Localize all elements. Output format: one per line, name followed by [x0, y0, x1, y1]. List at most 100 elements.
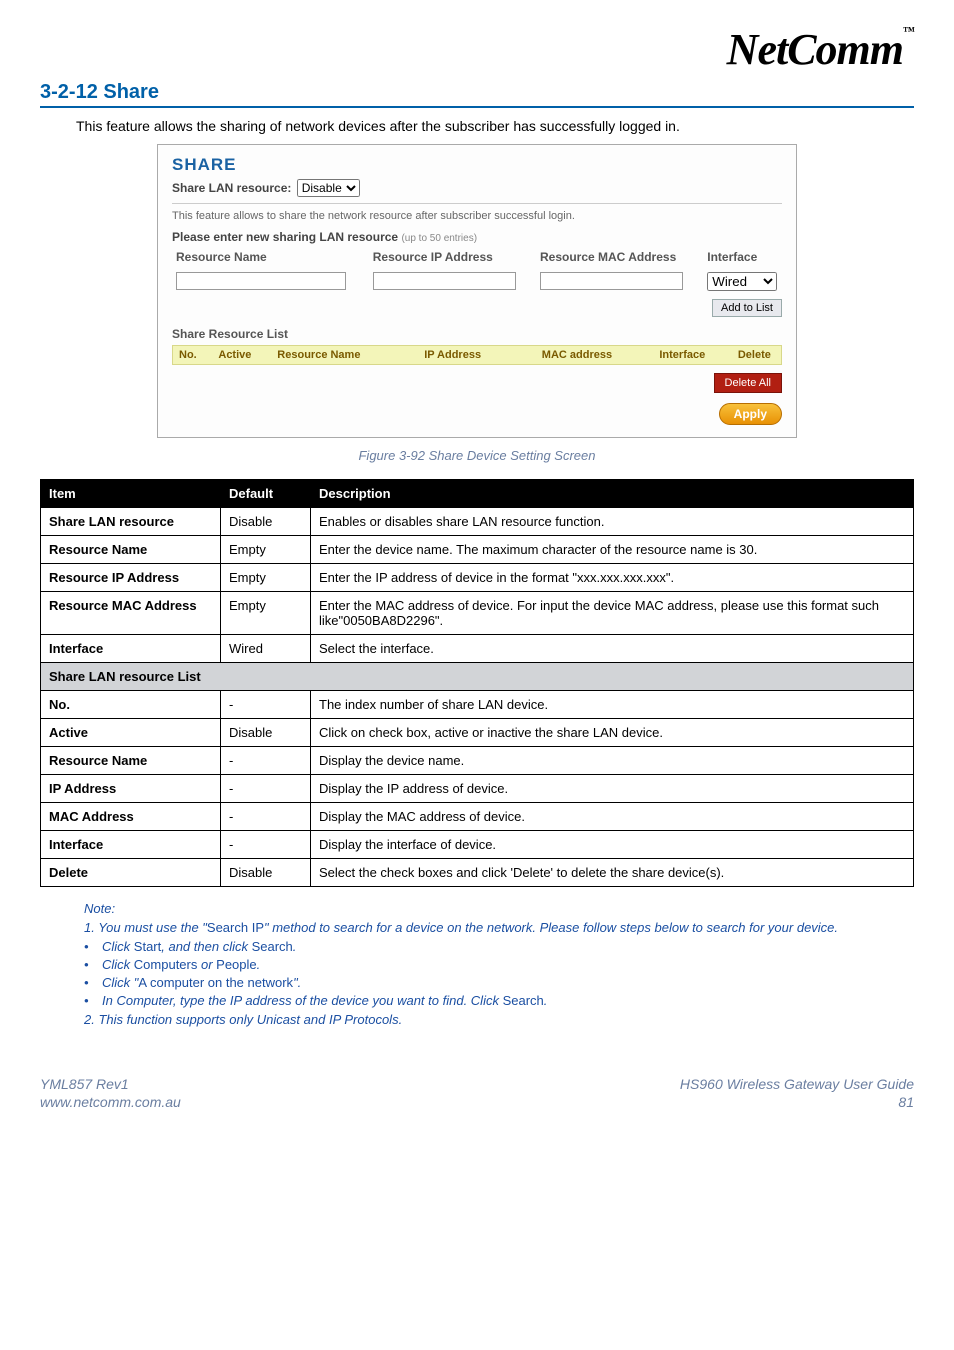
- apply-button[interactable]: Apply: [719, 403, 782, 425]
- table-row: Resource MAC AddressEmptyEnter the MAC a…: [41, 592, 914, 635]
- cell-default: Empty: [221, 536, 311, 564]
- share-lan-row: Share LAN resource: Disable: [172, 179, 782, 197]
- cell-default: Empty: [221, 564, 311, 592]
- footer-page: 81: [680, 1093, 914, 1111]
- hdr-resource-name: Resource Name: [172, 248, 369, 266]
- table-row: IP Address-Display the IP address of dev…: [41, 775, 914, 803]
- logo-row: NetComm™: [40, 24, 914, 75]
- table-row: ActiveDisableClick on check box, active …: [41, 719, 914, 747]
- table-row: MAC Address-Display the MAC address of d…: [41, 803, 914, 831]
- share-resource-list-headers: No. Active Resource Name IP Address MAC …: [172, 345, 782, 365]
- description-table: Item Default Description Share LAN resou…: [40, 479, 914, 887]
- table-subhead-row: Share LAN resource List: [41, 663, 914, 691]
- panel-wrap: SHARE Share LAN resource: Disable This f…: [40, 144, 914, 438]
- resource-mac-input[interactable]: [540, 272, 683, 290]
- new-resource-inputs: Wired: [172, 270, 782, 293]
- delete-all-button[interactable]: Delete All: [714, 373, 782, 393]
- interface-select[interactable]: Wired: [707, 272, 777, 291]
- n1-pre: 1. You must use the ": [84, 920, 207, 935]
- cell-item: Interface: [41, 831, 221, 859]
- cell-desc: Select the check boxes and click 'Delete…: [311, 859, 914, 887]
- cell-subhead: Share LAN resource List: [41, 663, 914, 691]
- bullet-4: In Computer, type the IP address of the …: [84, 993, 914, 1008]
- footer-right: HS960 Wireless Gateway User Guide 81: [680, 1075, 914, 1111]
- page-footer: YML857 Rev1 www.netcomm.com.au HS960 Wir…: [40, 1075, 914, 1111]
- srl-hdr-interface: Interface: [653, 346, 731, 364]
- cell-default: Wired: [221, 635, 311, 663]
- cell-default: -: [221, 831, 311, 859]
- panel-subtext-1: This feature allows to share the network…: [172, 210, 782, 222]
- cell-item: Delete: [41, 859, 221, 887]
- cell-default: Empty: [221, 592, 311, 635]
- panel-title: SHARE: [172, 155, 782, 175]
- share-lan-label: Share LAN resource:: [172, 181, 291, 195]
- notes-heading: Note:: [84, 901, 914, 916]
- delete-all-row: Delete All: [172, 373, 782, 393]
- table-row: Interface-Display the interface of devic…: [41, 831, 914, 859]
- table-row: No.-The index number of share LAN device…: [41, 691, 914, 719]
- table-row: Resource Name-Display the device name.: [41, 747, 914, 775]
- th-description: Description: [311, 480, 914, 508]
- panel-subtext-2: Please enter new sharing LAN resource (u…: [172, 230, 782, 244]
- resource-ip-input[interactable]: [373, 272, 516, 290]
- apply-row: Apply: [172, 403, 782, 425]
- trademark: ™: [903, 24, 914, 38]
- section-heading: 3-2-12 Share: [40, 81, 914, 108]
- cell-default: -: [221, 691, 311, 719]
- add-to-list-button[interactable]: Add to List: [712, 299, 782, 317]
- cell-desc: Enter the MAC address of device. For inp…: [311, 592, 914, 635]
- cell-default: -: [221, 803, 311, 831]
- footer-url: www.netcomm.com.au: [40, 1093, 181, 1111]
- cell-desc: The index number of share LAN device.: [311, 691, 914, 719]
- n1-post: " method to search for a device on the n…: [264, 920, 838, 935]
- cell-item: Resource Name: [41, 747, 221, 775]
- srl-hdr-resource-name: Resource Name: [271, 346, 418, 364]
- footer-left: YML857 Rev1 www.netcomm.com.au: [40, 1075, 181, 1111]
- cell-default: -: [221, 747, 311, 775]
- cell-default: Disable: [221, 859, 311, 887]
- srl-hdr-active: Active: [212, 346, 271, 364]
- intro-text: This feature allows the sharing of netwo…: [76, 118, 914, 134]
- share-panel: SHARE Share LAN resource: Disable This f…: [157, 144, 797, 438]
- cell-desc: Display the device name.: [311, 747, 914, 775]
- brand-text: NetComm: [727, 25, 903, 74]
- cell-item: MAC Address: [41, 803, 221, 831]
- cell-desc: Enables or disables share LAN resource f…: [311, 508, 914, 536]
- srl-hdr-no: No.: [173, 346, 212, 364]
- srl-hdr-ip: IP Address: [418, 346, 536, 364]
- bullet-1: Click Start, and then click Search.: [84, 939, 914, 954]
- resource-name-input[interactable]: [176, 272, 346, 290]
- cell-desc: Click on check box, active or inactive t…: [311, 719, 914, 747]
- bullet-2: Click Computers or People.: [84, 957, 914, 972]
- cell-desc: Enter the device name. The maximum chara…: [311, 536, 914, 564]
- cell-item: Resource IP Address: [41, 564, 221, 592]
- divider: [172, 203, 782, 204]
- th-item: Item: [41, 480, 221, 508]
- bullet-3: Click "A computer on the network".: [84, 975, 914, 990]
- srl-hdr-mac: MAC address: [536, 346, 654, 364]
- cell-item: Resource MAC Address: [41, 592, 221, 635]
- cell-item: No.: [41, 691, 221, 719]
- cell-item: Share LAN resource: [41, 508, 221, 536]
- cell-item: Active: [41, 719, 221, 747]
- cell-desc: Enter the IP address of device in the fo…: [311, 564, 914, 592]
- table-row: Resource IP AddressEmptyEnter the IP add…: [41, 564, 914, 592]
- new-resource-headers: Resource Name Resource IP Address Resour…: [172, 248, 782, 266]
- cell-item: IP Address: [41, 775, 221, 803]
- hdr-interface: Interface: [703, 248, 782, 266]
- share-lan-select[interactable]: Disable: [297, 179, 360, 197]
- hdr-resource-ip: Resource IP Address: [369, 248, 536, 266]
- cell-default: Disable: [221, 719, 311, 747]
- table-row: Share LAN resourceDisableEnables or disa…: [41, 508, 914, 536]
- sub2-hint: (up to 50 entries): [401, 233, 477, 244]
- notes-block: Note: 1. You must use the "Search IP" me…: [40, 901, 914, 1027]
- note-line-1: 1. You must use the "Search IP" method t…: [84, 920, 914, 935]
- share-resource-list-title: Share Resource List: [172, 327, 782, 341]
- cell-item: Interface: [41, 635, 221, 663]
- cell-desc: Display the interface of device.: [311, 831, 914, 859]
- cell-default: Disable: [221, 508, 311, 536]
- th-default: Default: [221, 480, 311, 508]
- cell-desc: Select the interface.: [311, 635, 914, 663]
- n1-mid: Search IP: [207, 920, 264, 935]
- hdr-resource-mac: Resource MAC Address: [536, 248, 703, 266]
